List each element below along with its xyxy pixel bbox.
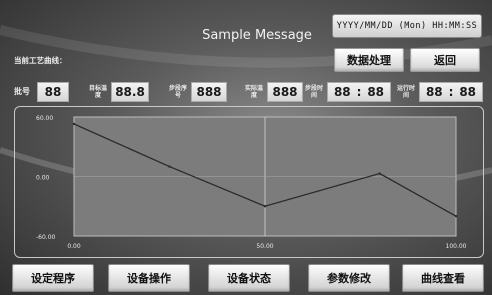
x-tick-label: 100.00 — [446, 243, 467, 250]
data-point — [263, 205, 267, 208]
data-point — [454, 214, 458, 218]
y-tick-label: -60.00 — [36, 234, 56, 241]
setup-program-button[interactable]: 设定程序 — [12, 264, 94, 292]
data-point — [168, 165, 171, 168]
y-tick-label: 0.00 — [36, 175, 50, 182]
device-operation-button[interactable]: 设备操作 — [108, 264, 190, 292]
parameter-edit-button[interactable]: 参数修改 — [308, 264, 390, 292]
curve-view-button[interactable]: 曲线查看 — [402, 264, 484, 292]
y-tick-label: 60.00 — [36, 115, 53, 122]
x-tick-label: 50.00 — [256, 243, 273, 250]
process-curve-chart: 60.00 0.00 -60.00 0.00 50.00 100.00 — [36, 115, 467, 250]
x-tick-label: 0.00 — [67, 243, 81, 250]
device-status-button[interactable]: 设备状态 — [208, 264, 290, 292]
data-point — [72, 122, 76, 126]
data-point — [378, 172, 381, 175]
